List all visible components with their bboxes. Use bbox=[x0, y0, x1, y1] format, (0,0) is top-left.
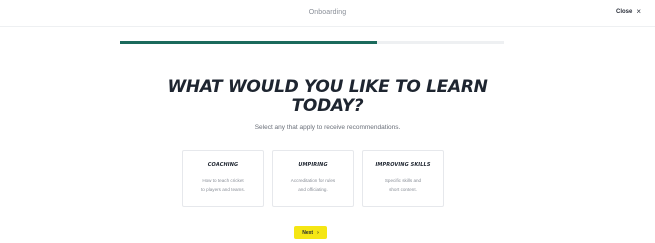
close-icon: × bbox=[636, 7, 641, 16]
option-card-title: UMPIRING bbox=[298, 162, 328, 168]
chevron-right-icon: › bbox=[317, 229, 319, 236]
option-card-improving-skills[interactable]: IMPROVING SKILLS Specific skills and sho… bbox=[362, 150, 444, 207]
close-button[interactable]: Close × bbox=[615, 7, 641, 16]
next-label: Next bbox=[302, 229, 314, 236]
next-button[interactable]: Next › bbox=[294, 226, 327, 239]
option-card-desc-line: to players and teams. bbox=[201, 187, 245, 192]
page-title: Onboarding bbox=[308, 9, 347, 16]
heading-line-1: WHAT WOULD YOU LIKE TO LEARN bbox=[167, 77, 488, 97]
option-card-title: IMPROVING SKILLS bbox=[375, 162, 431, 168]
option-card-desc-line: and officiating. bbox=[298, 187, 328, 192]
option-card-description: How to teach cricket to players and team… bbox=[183, 176, 263, 194]
progress-bar-fill bbox=[120, 41, 378, 44]
close-label: Close bbox=[615, 9, 633, 15]
heading-line-2: TODAY? bbox=[291, 96, 364, 116]
option-card-desc-line: How to teach cricket bbox=[202, 178, 244, 183]
option-card-desc-line: Specific skills and bbox=[384, 178, 422, 183]
instructions-text: Select any that apply to receive recomme… bbox=[254, 124, 401, 131]
option-card-title: COACHING bbox=[207, 162, 239, 168]
option-card-desc-line: short content. bbox=[389, 187, 417, 192]
option-card-description: Accreditation for rules and officiating. bbox=[273, 176, 353, 194]
option-cards: COACHING How to teach cricket to players… bbox=[182, 150, 444, 207]
onboarding-header: Onboarding Close × bbox=[0, 0, 655, 27]
option-card-description: Specific skills and short content. bbox=[363, 176, 443, 194]
option-card-coaching[interactable]: COACHING How to teach cricket to players… bbox=[182, 150, 264, 207]
progress-bar bbox=[120, 41, 504, 44]
option-card-desc-line: Accreditation for rules bbox=[290, 178, 336, 183]
option-card-umpiring[interactable]: UMPIRING Accreditation for rules and off… bbox=[272, 150, 354, 207]
header-divider bbox=[0, 26, 655, 27]
question-heading: WHAT WOULD YOU LIKE TO LEARN TODAY? bbox=[0, 78, 655, 116]
